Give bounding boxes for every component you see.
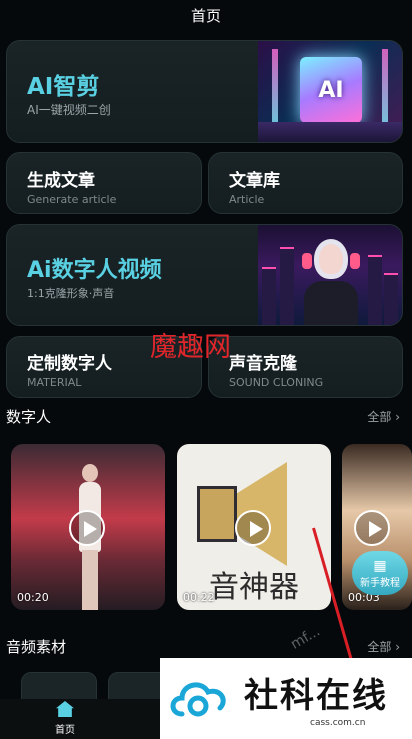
brand-watermark: 社科在线 cass.com.cn	[160, 658, 412, 739]
video-duration: 00:22	[183, 591, 215, 604]
section-label: 数字人	[6, 408, 52, 426]
person-legs	[82, 550, 98, 610]
voice-clone-subtitle: SOUND CLONING	[229, 376, 324, 389]
generate-article-subtitle: Generate article	[27, 193, 117, 206]
tutorial-label: 新手教程	[360, 577, 400, 589]
view-all-link[interactable]: 全部 ›	[367, 408, 400, 425]
ai-clip-subtitle: AI一键视频二创	[27, 103, 111, 117]
ai-clip-card[interactable]: AI智剪 AI一键视频二创 AI	[6, 40, 403, 143]
digital-human-video-subtitle: 1:1克隆形象·声音	[27, 287, 115, 300]
page-title: 首页	[190, 6, 221, 25]
neon-light	[382, 49, 388, 129]
ai-portal-text: AI	[318, 77, 344, 103]
audio-material-section-header: 音频素材 全部 ›	[6, 636, 406, 658]
custom-digital-human-title: 定制数字人	[27, 354, 112, 374]
avatar-head	[314, 239, 348, 279]
neon-light	[272, 49, 278, 129]
digital-human-thumbnail	[258, 225, 402, 325]
custom-digital-human-subtitle: MATERIAL	[27, 376, 82, 389]
video-duration: 00:20	[17, 591, 49, 604]
avatar-body	[304, 281, 358, 325]
section-label: 音频素材	[6, 638, 67, 656]
article-library-card[interactable]: 文章库 Article	[208, 152, 403, 214]
brand-name: 社科在线	[244, 676, 388, 716]
digital-human-video-card[interactable]: Ai数字人视频 1:1克隆形象·声音	[6, 224, 403, 326]
building-shape	[262, 267, 276, 325]
watermark-text: 魔趣网	[150, 332, 231, 363]
article-library-subtitle: Article	[229, 193, 265, 206]
headphone-right	[350, 253, 360, 269]
generate-article-title: 生成文章	[27, 171, 95, 191]
voice-clone-card[interactable]: 声音克隆 SOUND CLONING	[208, 336, 403, 398]
play-icon[interactable]	[235, 510, 271, 546]
tab-home-label: 首页	[55, 725, 75, 736]
voice-clone-title: 声音克隆	[229, 354, 297, 374]
video-card[interactable]: 音神器 00:22	[177, 444, 331, 610]
megaphone-base	[197, 486, 237, 542]
map-icon: ▦	[373, 557, 387, 574]
building-shape	[384, 273, 398, 325]
view-all-link[interactable]: 全部 ›	[367, 638, 400, 655]
home-icon	[56, 701, 74, 717]
beginner-tutorial-button[interactable]: ▦ 新手教程	[352, 551, 408, 595]
digital-human-video-title: Ai数字人视频	[27, 258, 162, 283]
ai-portal-image: AI	[300, 57, 362, 123]
video-card[interactable]: 00:20	[11, 444, 165, 610]
digital-human-section-header: 数字人 全部 ›	[6, 406, 406, 428]
headphone-left	[302, 253, 312, 269]
audio-material-tile[interactable]	[21, 672, 97, 702]
building-shape	[280, 247, 294, 325]
ai-clip-thumbnail: AI	[258, 41, 402, 142]
tab-home[interactable]: 首页	[48, 701, 82, 736]
generate-article-card[interactable]: 生成文章 Generate article	[6, 152, 202, 214]
cloud-logo-icon	[170, 682, 226, 717]
article-library-title: 文章库	[229, 171, 280, 191]
ai-clip-title: AI智剪	[27, 74, 100, 100]
play-icon[interactable]	[354, 510, 390, 546]
brand-url: cass.com.cn	[310, 718, 366, 728]
person-head	[82, 464, 98, 482]
play-icon[interactable]	[69, 510, 105, 546]
stage-floor	[258, 122, 402, 142]
building-shape	[368, 255, 382, 325]
